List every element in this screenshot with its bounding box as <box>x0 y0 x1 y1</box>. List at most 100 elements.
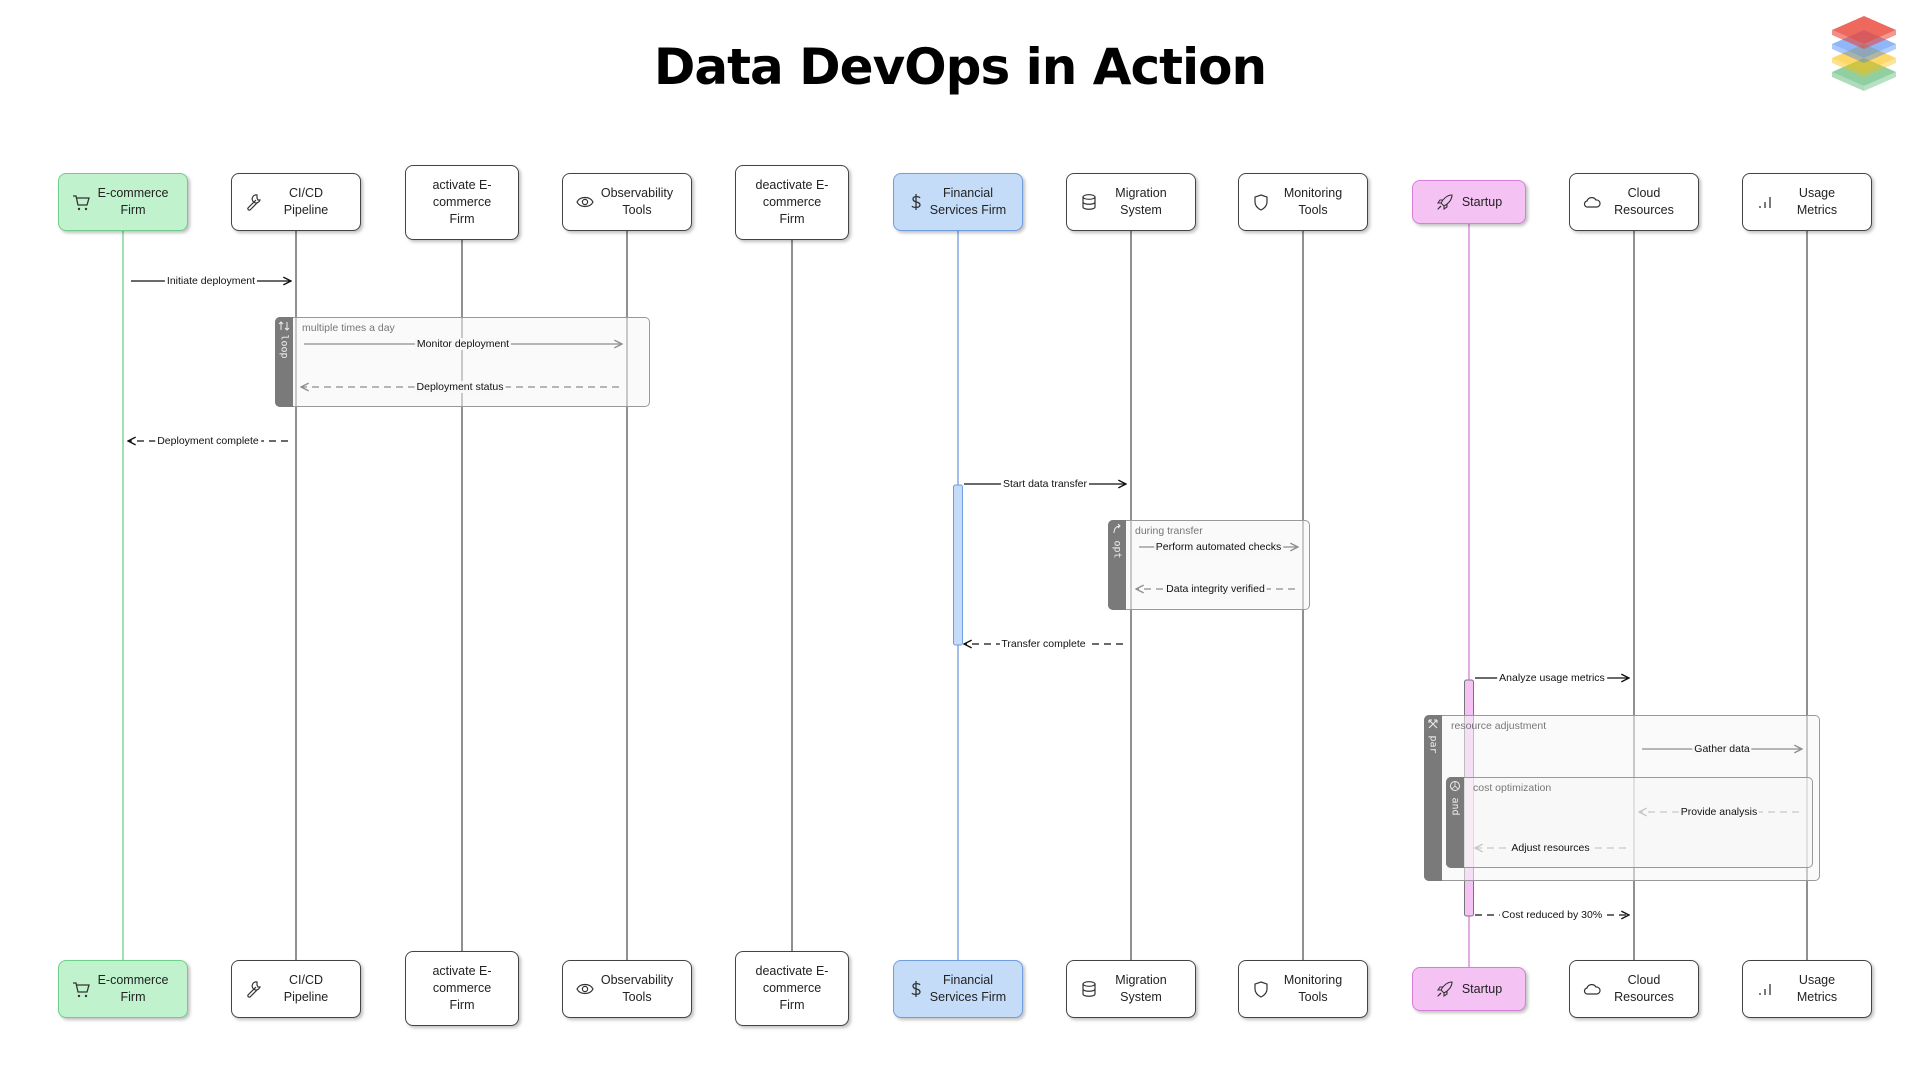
opt-condition: during transfer <box>1135 525 1203 537</box>
participant-deactivate-top[interactable]: deactivate E-commerce Firm <box>735 165 849 240</box>
participant-cicd-top[interactable]: CI/CD Pipeline <box>231 173 361 231</box>
opt-keyword: opt <box>1111 540 1123 559</box>
message-label: Cost reduced by 30% <box>1499 909 1605 921</box>
bar-chart-icon <box>1759 984 1771 995</box>
participant-label-line: Observability <box>600 186 674 200</box>
wrench-icon <box>247 194 261 211</box>
message-label: Deployment complete <box>155 435 261 447</box>
participant-label-line: deactivate E- <box>755 964 829 978</box>
participant-label-line: Firm <box>779 212 805 226</box>
participant-label: Migration System <box>1089 972 1172 1006</box>
participant-content: Startup <box>1436 980 1502 998</box>
sequence-diagram <box>122 224 1808 967</box>
participant-mon-top[interactable]: Monitoring Tools <box>1238 173 1368 231</box>
message-label: Perform automated checks <box>1153 541 1284 553</box>
participant-label-line: Startup <box>1461 981 1503 996</box>
participant-label: Migration System <box>1089 185 1172 219</box>
message-label: Start data transfer <box>1000 478 1090 490</box>
participant-usage-top[interactable]: Usage Metrics <box>1742 173 1872 231</box>
branch-icon <box>1450 781 1460 791</box>
database-icon <box>1082 194 1096 210</box>
participant-label: Usage Metrics <box>1771 972 1843 1006</box>
shopping-cart-icon <box>73 195 90 211</box>
message-label: Monitor deployment <box>414 338 512 350</box>
participant-label-line: commerce <box>432 195 492 209</box>
participant-activate-bottom[interactable]: activate E-commerce Firm <box>405 951 519 1026</box>
participant-label-line: CI/CD <box>288 186 323 200</box>
participant-startup-bottom[interactable]: Startup <box>1412 967 1526 1011</box>
cloud-icon <box>1583 984 1601 995</box>
optional-icon <box>1113 523 1121 534</box>
activation-bar-fin <box>953 484 963 646</box>
participant-label: Startup <box>1462 194 1502 211</box>
shield-icon <box>1254 194 1268 211</box>
participant-label-line: Services Firm <box>929 203 1007 217</box>
participant-label-line: Firm <box>120 203 146 217</box>
participant-obs-top[interactable]: Observability Tools <box>562 173 692 231</box>
participant-label-line: Financial <box>942 186 994 200</box>
and-fragment-tab: and <box>1446 777 1464 868</box>
participant-usage-bottom[interactable]: Usage Metrics <box>1742 960 1872 1018</box>
participant-cicd-bottom[interactable]: CI/CD Pipeline <box>231 960 361 1018</box>
participant-label-line: Monitoring <box>1283 186 1343 200</box>
participant-fin-top[interactable]: Financial Services Firm <box>893 173 1023 231</box>
participant-label: Monitoring Tools <box>1258 185 1348 219</box>
wrench-icon <box>247 981 261 998</box>
participant-label-line: commerce <box>432 981 492 995</box>
and-fragment: and cost optimization <box>1446 777 1813 868</box>
participant-label-line: Firm <box>449 998 475 1012</box>
participant-cloud-top[interactable]: Cloud Resources <box>1569 173 1699 231</box>
participant-label: activate E-commerce Firm <box>426 177 497 228</box>
participant-label: Usage Metrics <box>1771 185 1843 219</box>
participant-label-line: Observability <box>600 973 674 987</box>
participant-label-line: Usage <box>1798 186 1836 200</box>
rocket-icon <box>1436 981 1453 998</box>
participant-label-line: Resources <box>1614 203 1674 217</box>
message-label: Analyze usage metrics <box>1497 672 1607 684</box>
participant-label-line: Startup <box>1461 194 1503 209</box>
eye-icon <box>576 196 594 208</box>
participant-cloud-bottom[interactable]: Cloud Resources <box>1569 960 1699 1018</box>
participant-label-line: E-commerce <box>97 186 169 200</box>
participant-label-line: Pipeline <box>283 990 329 1004</box>
shopping-cart-icon <box>73 982 90 998</box>
participant-mig-top[interactable]: Migration System <box>1066 173 1196 231</box>
loop-keyword: loop <box>278 334 290 359</box>
and-keyword: and <box>1449 797 1461 816</box>
participant-label-line: Usage <box>1798 973 1836 987</box>
participant-label-line: activate E- <box>432 178 492 192</box>
participant-label: deactivate E-commerce Firm <box>750 963 835 1014</box>
participant-activate-top[interactable]: activate E-commerce Firm <box>405 165 519 240</box>
par-keyword: par <box>1427 735 1439 754</box>
loop-fragment-tab: loop <box>275 317 293 407</box>
participant-label-line: Tools <box>1298 203 1328 217</box>
dollar-icon <box>911 194 921 210</box>
dollar-icon <box>911 981 921 997</box>
participant-label: CI/CD Pipeline <box>258 972 334 1006</box>
rocket-icon <box>1436 194 1453 211</box>
loop-condition: multiple times a day <box>302 322 395 334</box>
participant-ecom-top[interactable]: E-commerce Firm <box>58 173 188 231</box>
participant-label-line: commerce <box>762 981 822 995</box>
shield-icon <box>1254 981 1268 998</box>
participant-label-line: Pipeline <box>283 203 329 217</box>
message-label: Gather data <box>1692 743 1752 755</box>
participant-label: Startup <box>1462 981 1502 998</box>
participant-mig-bottom[interactable]: Migration System <box>1066 960 1196 1018</box>
participant-label-line: Firm <box>120 990 146 1004</box>
participant-label-line: Migration <box>1115 186 1167 200</box>
participant-label-line: commerce <box>762 195 822 209</box>
participant-label-line: Firm <box>779 998 805 1012</box>
participant-startup-top[interactable]: Startup <box>1412 180 1526 224</box>
participant-mon-bottom[interactable]: Monitoring Tools <box>1238 960 1368 1018</box>
participant-fin-bottom[interactable]: Financial Services Firm <box>893 960 1023 1018</box>
parallel-icon <box>1428 719 1438 729</box>
participant-deactivate-bottom[interactable]: deactivate E-commerce Firm <box>735 951 849 1026</box>
participant-label-line: deactivate E- <box>755 178 829 192</box>
participant-label: Cloud Resources <box>1588 185 1680 219</box>
participant-label-line: Migration <box>1115 973 1167 987</box>
participant-ecom-bottom[interactable]: E-commerce Firm <box>58 960 188 1018</box>
participant-label-line: Firm <box>449 212 475 226</box>
participant-label: activate E-commerce Firm <box>426 963 497 1014</box>
participant-obs-bottom[interactable]: Observability Tools <box>562 960 692 1018</box>
